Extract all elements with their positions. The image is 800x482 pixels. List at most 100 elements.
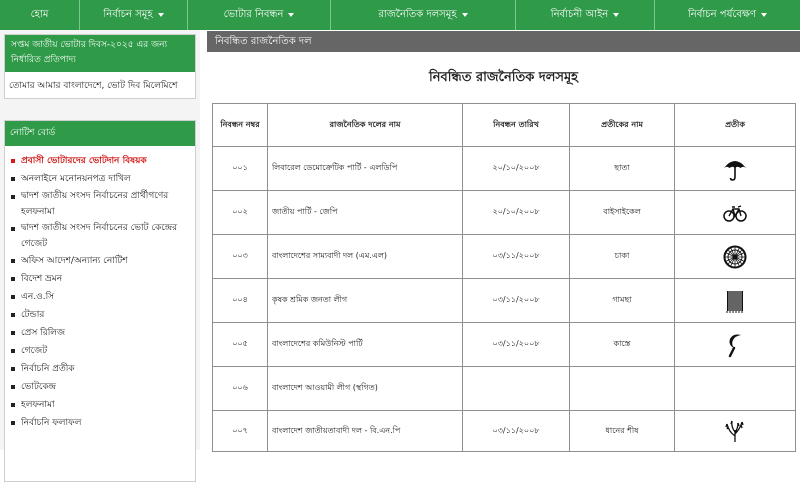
bullet-icon [11, 195, 15, 199]
cell-registration-date: ০৩/১১/২০০৮ [462, 278, 570, 323]
towel-icon [726, 290, 743, 313]
chevron-down-icon [157, 13, 164, 17]
notice-list: প্রবাসী ভোটারদের ভোটদান বিষয়ক অনলাইনে ম… [5, 146, 195, 432]
notice-item[interactable]: টেন্ডার [11, 306, 195, 324]
notice-item-label: দ্বাদশ জাতীয় সংসদ নির্বাচনের ভোট কেন্দ্… [21, 223, 178, 249]
nav-item-election-observation[interactable]: নির্বাচন পর্যবেক্ষণ [655, 0, 800, 30]
cell-symbol-name: চাকা [569, 234, 675, 279]
bullet-icon [11, 295, 15, 299]
bullet-icon [11, 403, 15, 407]
notice-item[interactable]: এন.ও.সি [11, 288, 195, 306]
cell-party-name: বাংলাদেশের সাম্যবাদী দল (এম.এল) [267, 234, 463, 279]
cell-registration-no: ০০৩ [212, 234, 268, 279]
notice-item-label: টেন্ডার [21, 310, 45, 320]
top-navigation: হোম নির্বাচন সমূহ ভোটার নিবন্ধন রাজনৈতিক… [0, 0, 800, 30]
nav-item-election-law[interactable]: নির্বাচনী আইন [516, 0, 655, 30]
cell-party-name: লিবারেল ডেমোক্রেটিক পার্টি - এলডিপি [267, 146, 463, 191]
table-header-row: নিবন্ধন নম্বর রাজনৈতিক দলের নাম নিবন্ধন … [212, 103, 796, 147]
notice-item-label: অফিস আদেশ/অন্যান্য নোটিশ [21, 256, 128, 266]
parties-table: নিবন্ধন নম্বর রাজনৈতিক দলের নাম নিবন্ধন … [212, 103, 796, 452]
cell-registration-date: ০৩/১১/২০০৮ [462, 322, 570, 367]
bullet-icon [11, 367, 15, 371]
nav-item-home[interactable]: হোম [0, 0, 80, 30]
umbrella-icon [724, 160, 746, 181]
nav-label: রাজনৈতিক দলসমূহ [378, 8, 457, 20]
col-header-party-name: রাজনৈতিক দলের নাম [267, 103, 463, 147]
notice-item-label: বিদেশ ভ্রমন [21, 274, 63, 284]
notice-item[interactable]: দ্বাদশ জাতীয় সংসদ নির্বাচনের ভোট কেন্দ্… [11, 220, 195, 252]
voter-day-panel: সপ্তম জাতীয় ভোটার দিবস-২০২৫ এর জন্য নির… [4, 34, 196, 99]
chevron-down-icon [613, 13, 620, 17]
nav-label: নির্বাচন পর্যবেক্ষণ [687, 8, 757, 20]
notice-board-title: নোটিশ বোর্ড [5, 121, 195, 146]
table-row: ০০৬ বাংলাদেশ আওয়ামী লীগ (স্থগিত) [212, 366, 796, 411]
notice-item[interactable]: গেজেট [11, 342, 195, 360]
cell-party-name: বাংলাদেশ আওয়ামী লীগ (স্থগিত) [267, 366, 463, 411]
chevron-down-icon [461, 13, 468, 17]
cell-registration-date: ২০/১০/২০০৮ [462, 146, 570, 191]
nav-label: ভোটার নিবন্ধন [223, 8, 284, 20]
wheel-icon [723, 245, 747, 268]
cell-symbol [674, 146, 796, 191]
cell-symbol [674, 190, 796, 235]
notice-item-label: হলফনামা [21, 400, 55, 410]
notice-item[interactable]: হলফনামা [11, 396, 195, 414]
notice-item-label: প্রেস রিলিজ [21, 328, 66, 338]
cell-registration-date: ২০/১০/২০০৮ [462, 190, 570, 235]
bullet-icon [11, 259, 15, 263]
nav-item-elections[interactable]: নির্বাচন সমূহ [80, 0, 188, 30]
notice-item[interactable]: বিদেশ ভ্রমন [11, 270, 195, 288]
notice-item[interactable]: নির্বাচনি ফলাফল [11, 414, 195, 432]
chevron-down-icon [288, 13, 295, 17]
col-header-registration-date: নিবন্ধন তারিখ [462, 103, 570, 147]
paddy-sheaf-icon [725, 420, 744, 442]
nav-item-political-parties[interactable]: রাজনৈতিক দলসমূহ [331, 0, 516, 30]
bullet-icon [11, 313, 15, 317]
notice-item-label: এন.ও.সি [21, 292, 55, 302]
nav-label: নির্বাচন সমূহ [103, 8, 153, 20]
notice-item-label: নির্বাচনি ফলাফল [21, 418, 82, 428]
page-title: নিবন্ধিত রাজনৈতিক দলসমূহ [428, 70, 579, 85]
chevron-down-icon [761, 13, 768, 17]
cell-registration-no: ০০৫ [212, 322, 268, 367]
cell-party-name: বাংলাদেশের কমিউনিস্ট পার্টি [267, 322, 463, 367]
table-row: ০০৪ কৃষক শ্রমিক জনতা লীগ ০৩/১১/২০০৮ গামছ… [212, 278, 796, 323]
bullet-icon [11, 227, 15, 231]
notice-item-label: নির্বাচনি প্রতীক [21, 364, 75, 374]
cell-registration-no: ০০৪ [212, 278, 268, 323]
cell-party-name: কৃষক শ্রমিক জনতা লীগ [267, 278, 463, 323]
bullet-icon [11, 159, 15, 163]
cell-symbol-name [569, 366, 675, 411]
cell-symbol-name: গামছা [569, 278, 675, 323]
nav-item-voter-registration[interactable]: ভোটার নিবন্ধন [188, 0, 331, 30]
notice-item[interactable]: দ্বাদশ জাতীয় সংসদ নির্বাচনের প্রার্থীগণ… [11, 188, 195, 220]
bullet-icon [11, 331, 15, 335]
bullet-icon [11, 277, 15, 281]
nav-label: হোম [30, 8, 49, 20]
cell-party-name: জাতীয় পার্টি - জেপি [267, 190, 463, 235]
cell-symbol [674, 366, 796, 411]
notice-item[interactable]: নির্বাচনি প্রতীক [11, 360, 195, 378]
cell-symbol [674, 234, 796, 279]
notice-item-label: ভোটকেন্দ্র [21, 382, 57, 392]
notice-item[interactable]: অফিস আদেশ/অন্যান্য নোটিশ [11, 252, 195, 270]
table-row: ০০৫ বাংলাদেশের কমিউনিস্ট পার্টি ০৩/১১/২০… [212, 322, 796, 367]
main-content: নিবন্ধিত রাজনৈতিক দল নিবন্ধিত রাজনৈতিক দ… [207, 31, 800, 452]
notice-board-panel: নোটিশ বোর্ড প্রবাসী ভোটারদের ভোটদান বিষয… [4, 120, 196, 482]
col-header-symbol: প্রতীক [674, 103, 796, 147]
cell-registration-no: ০০২ [212, 190, 268, 235]
cell-symbol-name: বাইসাইকেল [569, 190, 675, 235]
notice-item[interactable]: অনলাইনে মনোনয়নপত্র দাখিল [11, 170, 195, 188]
col-header-registration-no: নিবন্ধন নম্বর [212, 103, 268, 147]
sickle-icon [728, 334, 741, 357]
cell-registration-no: ০০৬ [212, 366, 268, 411]
nav-label: নির্বাচনী আইন [550, 8, 609, 20]
cell-symbol [674, 278, 796, 323]
notice-item[interactable]: ভোটকেন্দ্র [11, 378, 195, 396]
bullet-icon [11, 177, 15, 181]
notice-item[interactable]: প্রেস রিলিজ [11, 324, 195, 342]
table-row: ০০১ লিবারেল ডেমোক্রেটিক পার্টি - এলডিপি … [212, 146, 796, 191]
bullet-icon [11, 349, 15, 353]
sidebar: সপ্তম জাতীয় ভোটার দিবস-২০২৫ এর জন্য নির… [0, 30, 200, 482]
notice-item[interactable]: প্রবাসী ভোটারদের ভোটদান বিষয়ক [11, 152, 195, 170]
